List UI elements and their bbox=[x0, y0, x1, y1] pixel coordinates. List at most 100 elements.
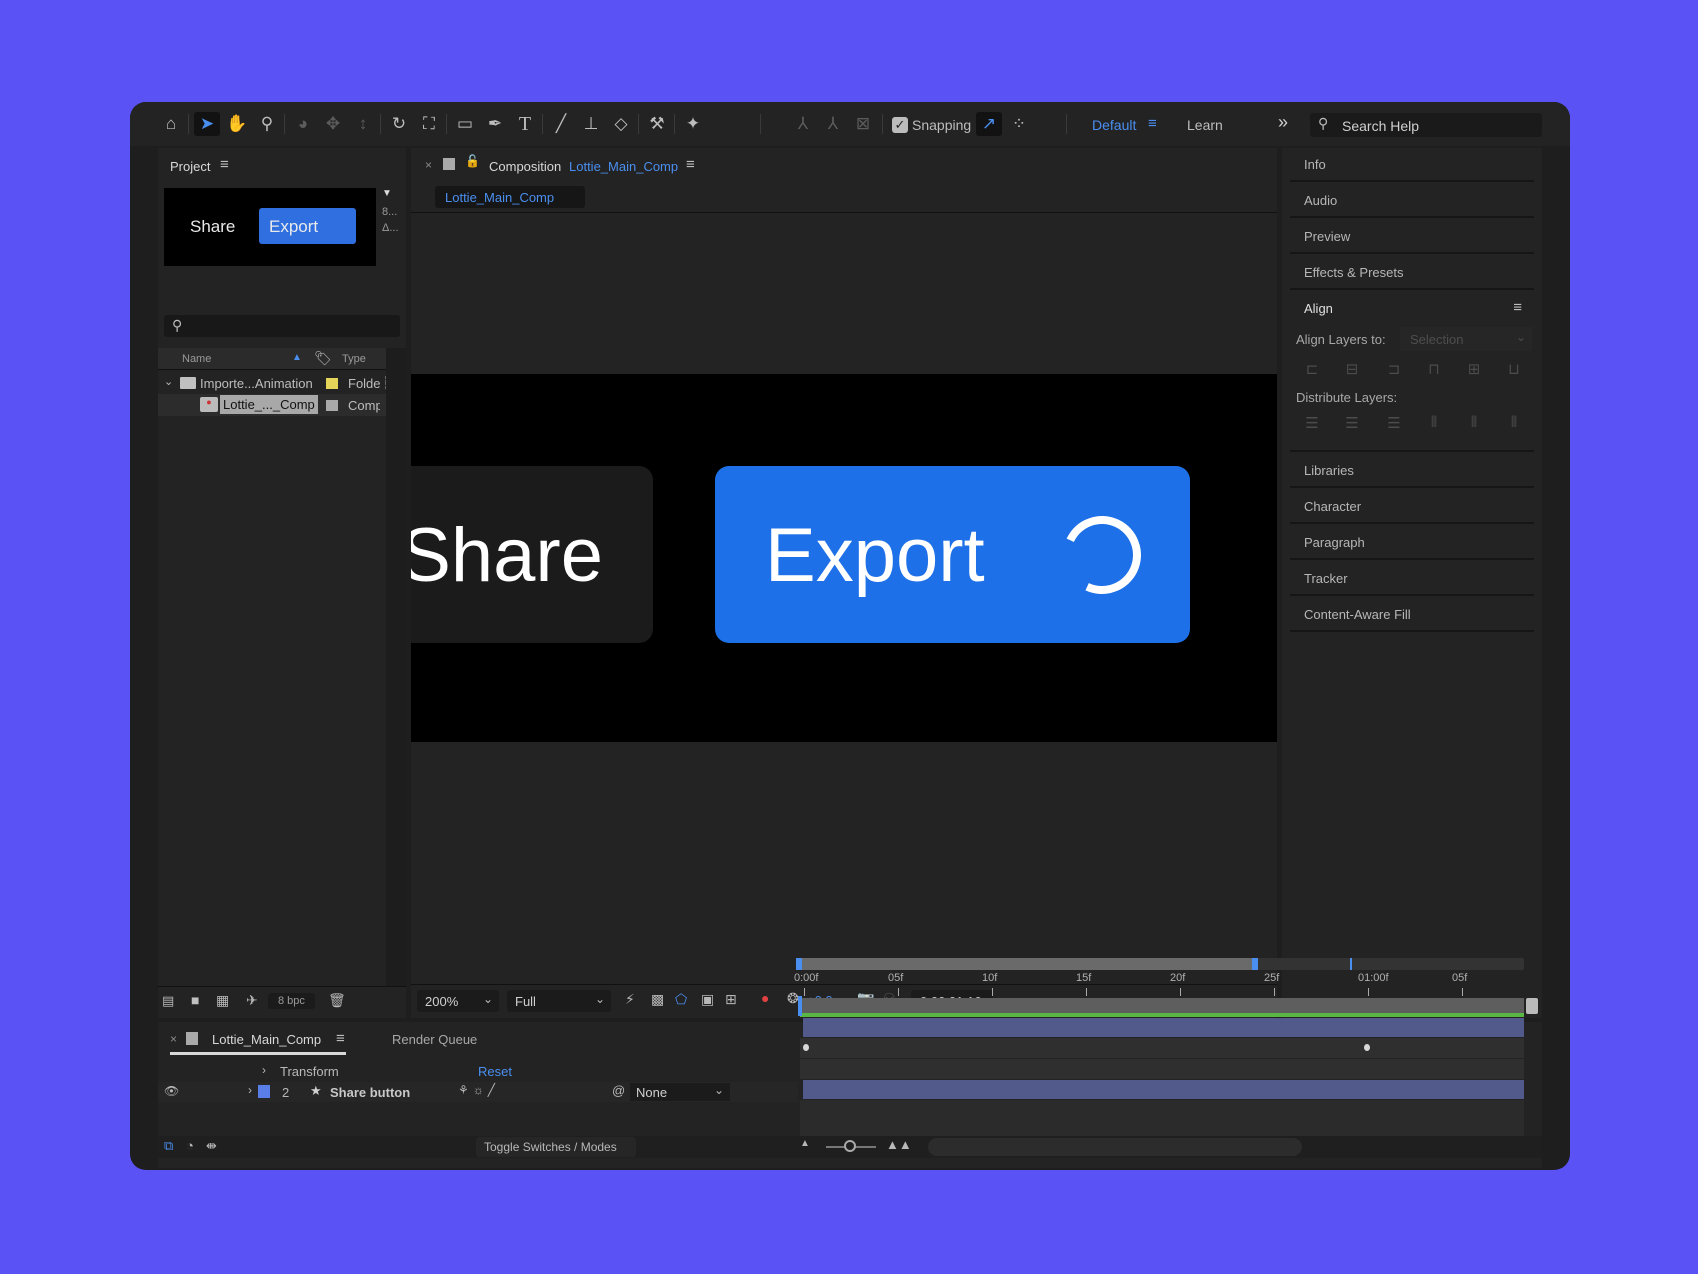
distribute-vcenter-icon[interactable]: ☰ bbox=[1342, 414, 1362, 434]
panel-effects-presets[interactable]: Effects & Presets bbox=[1290, 256, 1534, 290]
bit-depth-button[interactable]: 8 bpc bbox=[268, 993, 315, 1009]
composition-canvas[interactable]: Share Export bbox=[411, 374, 1277, 742]
type-tool-icon[interactable]: T bbox=[512, 112, 538, 136]
snap-features-icon[interactable]: ⁘ bbox=[1006, 112, 1032, 136]
align-bottom-icon[interactable]: ⊔ bbox=[1504, 360, 1524, 380]
world-axis-icon[interactable]: ⅄ bbox=[820, 112, 846, 136]
panel-content-aware-fill[interactable]: Content-Aware Fill bbox=[1290, 598, 1534, 632]
keyframe[interactable] bbox=[1364, 1044, 1370, 1051]
chevron-down-icon[interactable]: ⌄ bbox=[164, 375, 173, 388]
panel-character[interactable]: Character bbox=[1290, 490, 1534, 524]
panel-audio[interactable]: Audio bbox=[1290, 184, 1534, 218]
composition-tab-name[interactable]: Lottie_Main_Comp bbox=[569, 159, 678, 174]
grid-guides-icon[interactable]: ⊞ bbox=[725, 991, 737, 1008]
parent-dropdown[interactable]: None ⌄ bbox=[630, 1083, 730, 1101]
sort-ascending-icon[interactable]: ▲ bbox=[292, 352, 302, 363]
render-icon[interactable]: ✈ bbox=[246, 992, 258, 1009]
chevron-right-icon[interactable]: › bbox=[248, 1083, 252, 1097]
mask-visibility-icon[interactable]: ⬠ bbox=[675, 991, 687, 1008]
thumb-dropdown-icon[interactable]: ▼ bbox=[382, 188, 392, 199]
align-left-icon[interactable]: ⊏ bbox=[1302, 360, 1322, 380]
more-workspaces-icon[interactable]: » bbox=[1278, 112, 1288, 133]
dolly-camera-icon[interactable]: ↕ bbox=[350, 112, 376, 136]
snap-edges-icon[interactable]: ↗ bbox=[976, 112, 1002, 136]
transparency-grid-icon[interactable]: ▩ bbox=[651, 991, 664, 1008]
project-scrollbar[interactable] bbox=[386, 348, 406, 1016]
home-icon[interactable]: ⌂ bbox=[158, 112, 184, 136]
clone-stamp-icon[interactable]: ⊥ bbox=[578, 112, 604, 136]
eye-icon[interactable]: 👁 bbox=[164, 1084, 179, 1098]
zoom-dropdown[interactable]: 200% ⌄ bbox=[417, 990, 499, 1012]
toggle-switches-modes-button[interactable]: Toggle Switches / Modes bbox=[476, 1137, 636, 1157]
snapping-checkbox[interactable]: ✓ bbox=[892, 117, 908, 133]
lock-icon[interactable]: 🔓 bbox=[465, 154, 480, 168]
local-axis-icon[interactable]: ⅄ bbox=[790, 112, 816, 136]
navigator-end-handle[interactable] bbox=[1252, 958, 1258, 970]
comp-subtab[interactable]: Lottie_Main_Comp bbox=[435, 186, 585, 208]
workspace-learn[interactable]: Learn bbox=[1187, 117, 1223, 133]
align-right-icon[interactable]: ⊐ bbox=[1384, 360, 1404, 380]
distribute-hcenter-icon[interactable]: ⫴ bbox=[1464, 414, 1484, 434]
project-search-input[interactable]: ⚲ bbox=[164, 315, 400, 337]
zoom-out-icon[interactable]: ▲ bbox=[800, 1138, 810, 1149]
panel-tracker[interactable]: Tracker bbox=[1290, 562, 1534, 596]
in-out-stretch-icon[interactable]: ⇼ bbox=[206, 1138, 217, 1154]
layer-2-bar[interactable] bbox=[803, 1080, 1524, 1099]
pick-whip-icon[interactable]: @ bbox=[612, 1083, 625, 1098]
property-transform[interactable]: › Transform Reset bbox=[158, 1061, 798, 1081]
label-color-swatch[interactable] bbox=[326, 400, 338, 411]
timeline-scrollbar[interactable] bbox=[928, 1138, 1302, 1156]
distribute-right-icon[interactable]: ⫴ bbox=[1504, 414, 1524, 434]
pen-tool-icon[interactable]: ✒ bbox=[482, 112, 508, 136]
panel-menu-icon[interactable]: ≡ bbox=[220, 156, 229, 173]
label-color-swatch[interactable] bbox=[326, 378, 338, 389]
panel-menu-icon[interactable]: ≡ bbox=[336, 1030, 345, 1047]
column-type[interactable]: Type bbox=[342, 353, 366, 365]
pan-behind-icon[interactable]: ⛶ bbox=[416, 112, 442, 136]
trash-icon[interactable]: 🗑 bbox=[328, 992, 346, 1009]
resolution-dropdown[interactable]: Full ⌄ bbox=[507, 990, 611, 1012]
rotation-tool-icon[interactable]: ↻ bbox=[386, 112, 412, 136]
zoom-in-icon[interactable]: ▲▲ bbox=[886, 1137, 912, 1152]
puppet-pin-icon[interactable]: ✦ bbox=[680, 112, 706, 136]
project-item-comp[interactable]: ● Lottie_..._Comp Comp bbox=[158, 394, 406, 416]
rectangle-tool-icon[interactable]: ▭ bbox=[452, 112, 478, 136]
close-tab-icon[interactable]: × bbox=[170, 1032, 177, 1046]
workspace-default[interactable]: Default bbox=[1092, 117, 1136, 133]
brush-tool-icon[interactable]: ╱ bbox=[548, 112, 574, 136]
color-channels-icon[interactable]: ● bbox=[761, 990, 769, 1006]
roto-brush-icon[interactable]: ⚒ bbox=[644, 112, 670, 136]
panel-paragraph[interactable]: Paragraph bbox=[1290, 526, 1534, 560]
navigator-start-handle[interactable] bbox=[796, 958, 802, 970]
hand-tool-icon[interactable]: ✋ bbox=[224, 112, 250, 136]
layer-switches[interactable]: ⚘☼╱ bbox=[458, 1083, 499, 1097]
time-navigator[interactable] bbox=[796, 958, 1524, 970]
navigator-range[interactable] bbox=[796, 958, 1256, 970]
workspace-menu-icon[interactable]: ≡ bbox=[1148, 115, 1157, 132]
reset-transform-link[interactable]: Reset bbox=[478, 1064, 512, 1079]
label-tag-icon[interactable]: 🏷 bbox=[314, 350, 332, 367]
region-of-interest-icon[interactable]: ▣ bbox=[701, 991, 714, 1008]
orbit-camera-icon[interactable]: ◕ bbox=[290, 112, 316, 136]
panel-info[interactable]: Info bbox=[1290, 148, 1534, 182]
align-top-icon[interactable]: ⊓ bbox=[1424, 360, 1444, 380]
distribute-left-icon[interactable]: ⫴ bbox=[1424, 414, 1444, 434]
panel-menu-icon[interactable]: ≡ bbox=[1513, 299, 1522, 316]
timeline-tab[interactable]: Lottie_Main_Comp bbox=[212, 1032, 321, 1047]
layer-label-swatch[interactable] bbox=[258, 1085, 270, 1098]
panel-libraries[interactable]: Libraries bbox=[1290, 454, 1534, 488]
project-item-folder[interactable]: ⌄ Importe...Animation Folder ⛓ bbox=[158, 372, 406, 394]
distribute-top-icon[interactable]: ☰ bbox=[1302, 414, 1322, 434]
align-hcenter-icon[interactable]: ⊟ bbox=[1342, 360, 1362, 380]
zoom-slider-handle[interactable] bbox=[844, 1140, 856, 1152]
new-composition-icon[interactable]: ▦ bbox=[216, 992, 229, 1009]
work-area-end-handle[interactable] bbox=[1526, 998, 1538, 1014]
close-tab-icon[interactable]: × bbox=[425, 158, 432, 172]
zoom-tool-icon[interactable]: ⚲ bbox=[254, 112, 280, 136]
work-area-bar[interactable] bbox=[800, 998, 1524, 1014]
column-name[interactable]: Name bbox=[182, 353, 211, 365]
pan-camera-icon[interactable]: ✥ bbox=[320, 112, 346, 136]
layer-row-2[interactable]: 👁 › 2 ★ Share button ⚘☼╱ @ None ⌄ bbox=[158, 1082, 798, 1102]
align-target-dropdown[interactable]: Selection ⌄ bbox=[1400, 327, 1532, 351]
fast-previews-icon[interactable]: ⚡ bbox=[625, 991, 635, 1008]
